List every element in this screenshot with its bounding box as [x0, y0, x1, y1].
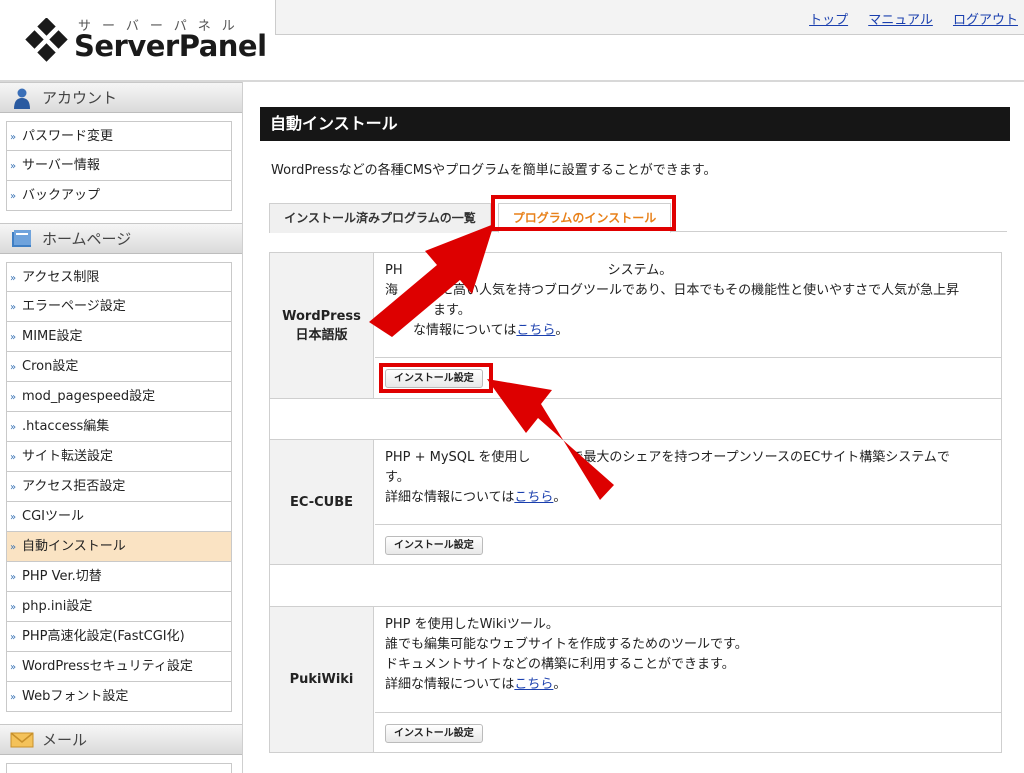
annotation-arrows — [369, 224, 614, 500]
arrow-to-button-icon — [487, 379, 614, 500]
arrow-to-tab-icon — [369, 224, 494, 337]
server-panel-app: サーバーパネル ServerPanel トップ マニュアル ログアウト アカウン… — [0, 0, 1024, 773]
